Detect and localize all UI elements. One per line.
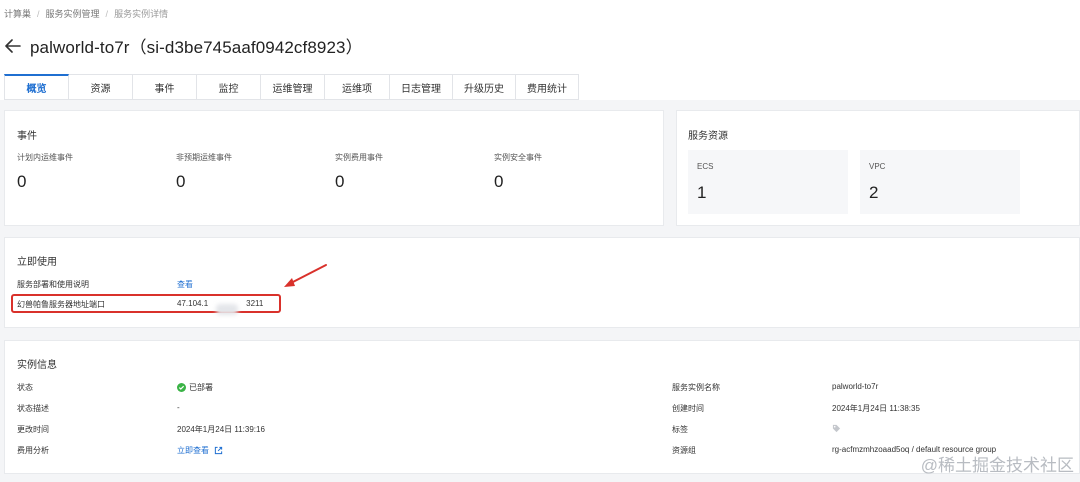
breadcrumb-item-compute-nest[interactable]: 计算巢 [4,7,31,20]
breadcrumb-item-instance-mgmt[interactable]: 服务实例管理 [46,7,100,20]
event-count-security[interactable]: 0 [494,172,503,192]
use-now-title: 立即使用 [17,257,57,268]
created-time-label: 创建时间 [672,404,704,413]
event-count-planned[interactable]: 0 [17,172,26,192]
tab-bar: 概览 资源 事件 监控 运维管理 运维项 日志管理 升级历史 费用统计 [4,74,579,100]
status-desc-value: - [177,403,180,412]
status-text: 已部署 [189,383,213,392]
tab-cost-stats[interactable]: 费用统计 [516,74,579,100]
created-time-value: 2024年1月24日 11:38:35 [832,404,920,413]
resource-label-vpc: VPC [869,162,886,171]
service-resources-card: 服务资源 ECS 1 VPC 2 [676,110,1080,226]
event-label-planned: 计划内运维事件 [17,153,73,162]
tags-label: 标签 [672,425,688,434]
external-link-icon [214,446,223,455]
cost-analysis-link[interactable]: 立即查看 [177,445,223,456]
status-value: 已部署 [177,382,213,393]
back-arrow-icon[interactable] [4,36,22,56]
instance-name-label: 服务实例名称 [672,383,720,392]
breadcrumb-separator: / [105,8,109,19]
events-card-title: 事件 [17,131,37,142]
modified-time-value: 2024年1月24日 11:39:16 [177,425,265,434]
tab-ops-items[interactable]: 运维项 [325,74,390,100]
event-count-unplanned[interactable]: 0 [176,172,185,192]
watermark: @稀土掘金技术社区 [920,456,1074,475]
instance-info-title: 实例信息 [17,360,57,371]
service-resources-title: 服务资源 [688,131,728,142]
tag-icon[interactable] [832,424,841,433]
cost-analysis-label: 费用分析 [17,446,49,455]
tab-operations[interactable]: 运维管理 [261,74,325,100]
page-title: palworld-to7r（si-d3be745aaf0942cf8923） [30,38,363,57]
breadcrumb-separator: / [37,8,40,19]
tab-events[interactable]: 事件 [133,74,197,100]
resource-tile-ecs[interactable]: ECS 1 [688,150,848,214]
tab-logs[interactable]: 日志管理 [390,74,453,100]
success-check-icon [177,383,186,392]
resource-label-ecs: ECS [697,162,714,171]
status-label: 状态 [17,383,33,392]
resource-count-ecs: 1 [697,183,707,202]
resource-count-vpc: 2 [869,183,879,202]
cost-analysis-link-text: 立即查看 [177,446,209,455]
event-label-unplanned: 非预期运维事件 [176,153,232,162]
resource-group-label: 资源组 [672,446,696,455]
tags-value[interactable] [832,424,841,435]
resource-tile-vpc[interactable]: VPC 2 [860,150,1020,214]
annotation-arrow-icon [284,264,327,287]
annotation-highlight-box [11,294,281,313]
tab-resources[interactable]: 资源 [69,74,133,100]
event-label-fee: 实例费用事件 [335,153,383,162]
modified-time-label: 更改时间 [17,425,49,434]
deploy-guide-label: 服务部署和使用说明 [17,280,89,289]
instance-name-value: palworld-to7r [832,382,879,391]
title-row: palworld-to7r（si-d3be745aaf0942cf8923） [4,33,363,58]
page-header: 计算巢 / 服务实例管理 / 服务实例详情 palworld-to7r（si-d… [0,0,1080,100]
tab-overview[interactable]: 概览 [4,74,69,100]
breadcrumb-item-current: 服务实例详情 [114,9,169,19]
use-now-card: 立即使用 服务部署和使用说明 查看 幻兽帕鲁服务器地址端口 47.104.1 32… [4,237,1080,328]
event-label-security: 实例安全事件 [494,153,542,162]
tab-upgrade-history[interactable]: 升级历史 [453,74,516,100]
events-card: 事件 计划内运维事件 0 非预期运维事件 0 实例费用事件 0 实例安全事件 0 [4,110,664,226]
event-count-fee[interactable]: 0 [335,172,344,192]
redaction-blur [216,304,238,315]
deploy-guide-link[interactable]: 查看 [177,279,193,290]
status-desc-label: 状态描述 [17,404,49,413]
tab-monitoring[interactable]: 监控 [197,74,261,100]
instance-info-card: 实例信息 状态 已部署 状态描述 - 更改时间 2024年1月24日 11:39… [4,340,1080,474]
breadcrumb: 计算巢 / 服务实例管理 / 服务实例详情 [4,7,168,20]
